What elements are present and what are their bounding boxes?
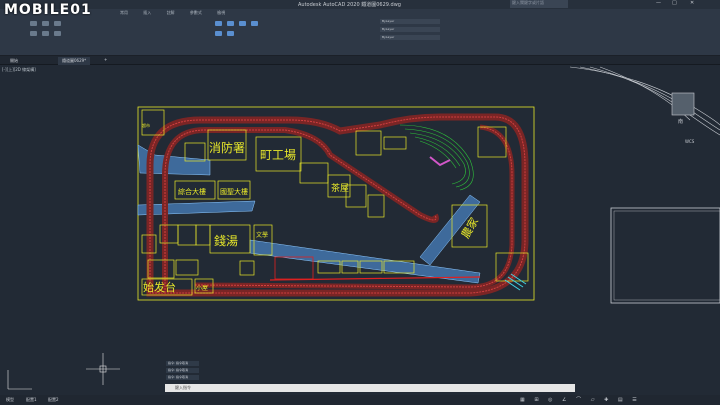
command-input[interactable]: 鍵入指令 — [165, 384, 575, 392]
label-bathhouse: 錢湯 — [214, 233, 238, 248]
command-history-line: 指令: 指令取消 — [166, 361, 199, 366]
magenta-track — [429, 156, 451, 167]
tab-parametric[interactable]: 參數式 — [190, 10, 202, 15]
tab-model[interactable]: 模型 — [6, 397, 14, 403]
river-mid — [137, 200, 256, 216]
layer-dropdown[interactable]: ByLayer — [380, 19, 440, 24]
ribbon: 常用 插入 註解 參數式 檢視 ByLayer ByLayer ByLayer … — [0, 9, 720, 61]
tab-home[interactable]: 常用 — [120, 10, 128, 15]
label-general-building: 綜合大樓 — [178, 187, 206, 196]
label-fire-station: 消防署 — [209, 140, 245, 155]
tab-insert[interactable]: 插入 — [143, 10, 151, 15]
watermark-logo: MOBILE01 — [4, 2, 92, 18]
wcs-label: WCS — [685, 139, 695, 144]
window-title: Autodesk AutoCAD 2020 鐵道圖0629.dwg — [298, 2, 401, 8]
command-history-line: 指令: 指令取消 — [166, 368, 199, 373]
tab-layout2[interactable]: 配置2 — [48, 397, 59, 403]
label-literature: 文學 — [256, 231, 268, 239]
tab-annotate[interactable]: 註解 — [167, 10, 175, 15]
station-plan — [569, 66, 720, 304]
drawing-canvas[interactable]: [-][上][2D 線架構] 消防署 町工場 綜合大樓 國聖大樓 茶屋 錢湯 農… — [0, 65, 720, 395]
compass-label: 南 — [678, 118, 683, 125]
label-supermarket: 超市 — [142, 122, 150, 128]
document-tabs: 開始 鐵道圖0629* + — [0, 56, 720, 65]
drawing-svg: 消防署 町工場 綜合大樓 國聖大樓 茶屋 錢湯 農家 始发台 小屋 超市 文學 … — [7, 66, 720, 390]
close-icon[interactable]: ✕ — [690, 0, 694, 6]
ribbon-tabs: 常用 插入 註解 參數式 檢視 — [120, 10, 239, 18]
label-guosheng-building: 國聖大樓 — [220, 187, 248, 196]
title-bar: Autodesk AutoCAD 2020 鐵道圖0629.dwg 鍵入關鍵字或… — [0, 0, 720, 9]
minimize-icon[interactable]: — — [656, 0, 661, 6]
tab-layout1[interactable]: 配置1 — [26, 397, 37, 403]
search-input[interactable]: 鍵入關鍵字或片語 — [510, 0, 568, 8]
label-teahouse: 茶屋 — [331, 182, 349, 194]
tab-view[interactable]: 檢視 — [217, 10, 225, 15]
maximize-icon[interactable]: □ — [672, 0, 677, 6]
label-factory: 町工場 — [260, 148, 296, 162]
tab-drawing[interactable]: 鐵道圖0629* — [58, 57, 91, 65]
river-lower — [249, 239, 481, 284]
status-bar: 模型 配置1 配置2 ▦ ⊞ ◎ ∠ ⌒ ▱ ✚ ▤ ☰ — [0, 395, 720, 405]
ucs-icon — [7, 370, 32, 390]
label-hut: 小屋 — [196, 284, 208, 292]
cursor-crosshair — [86, 353, 120, 385]
tab-start[interactable]: 開始 — [10, 58, 18, 64]
linetype-dropdown[interactable]: ByLayer — [380, 27, 440, 32]
command-history-line: 指令: 指令取消 — [166, 375, 199, 380]
status-toggles[interactable]: ▦ ⊞ ◎ ∠ ⌒ ▱ ✚ ▤ ☰ — [520, 396, 641, 403]
lineweight-dropdown[interactable]: ByLayer — [380, 35, 440, 40]
add-tab-icon[interactable]: + — [104, 57, 107, 62]
green-hills — [399, 124, 474, 191]
label-start-station: 始发台 — [143, 280, 176, 294]
